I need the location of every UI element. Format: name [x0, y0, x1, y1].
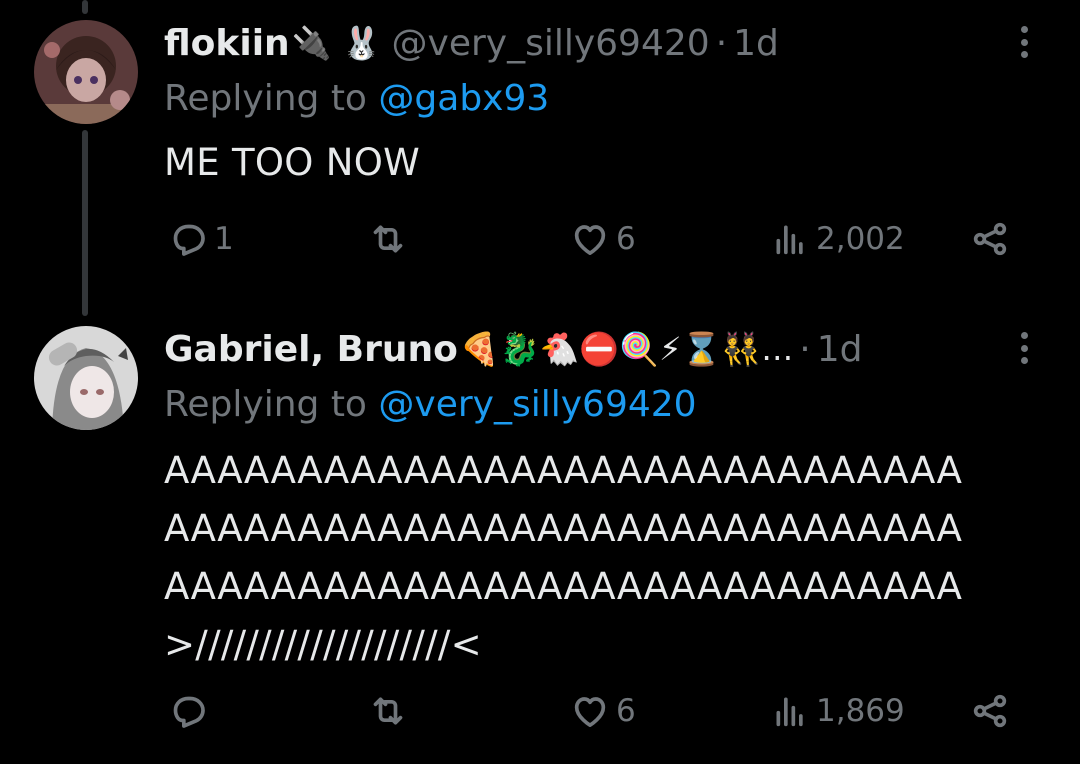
- thread-line-top: [82, 0, 88, 14]
- views-button[interactable]: 1,869: [770, 686, 905, 736]
- views-count: 1,869: [816, 693, 905, 729]
- separator-dot: ·: [715, 22, 728, 64]
- name-emoji: 🍕🐉🐔⛔🍭⚡⌛👯…: [459, 330, 794, 368]
- timestamp[interactable]: 1d: [733, 23, 779, 64]
- share-button[interactable]: [970, 686, 1010, 736]
- tweet-text-line-1: AAAAAAAAAAAAAAAAAAAAAAAAAAAAAA: [164, 449, 963, 492]
- heart-icon: [574, 697, 606, 727]
- share-icon: [973, 222, 1007, 256]
- replying-to: Replying to @gabx93: [164, 78, 549, 119]
- tweet-1-actions: 1 6 2,002: [164, 214, 1024, 264]
- user-handle[interactable]: @very_silly69420: [392, 23, 710, 64]
- retweet-button[interactable]: [368, 214, 408, 264]
- tweet-text: ME TOO NOW: [164, 134, 420, 192]
- tweet-text-line: ME TOO NOW: [164, 141, 421, 184]
- heart-icon: [574, 225, 606, 256]
- like-count: 6: [616, 693, 636, 729]
- replying-to-mention[interactable]: @very_silly69420: [378, 384, 696, 425]
- replying-to-mention[interactable]: @gabx93: [378, 78, 549, 119]
- retweet-icon: [373, 225, 403, 253]
- retweet-icon: [373, 697, 403, 725]
- like-button[interactable]: 6: [570, 686, 636, 736]
- like-button[interactable]: 6: [570, 214, 636, 264]
- tweet-1-header: flokiin 🔌 🐰 @very_silly69420 · 1d: [164, 18, 779, 68]
- avatar-gabriel-bruno[interactable]: [34, 326, 138, 430]
- tweet-2-actions: 6 1,869: [164, 686, 1024, 736]
- more-options-icon[interactable]: [1012, 326, 1036, 370]
- views-button[interactable]: 2,002: [770, 214, 905, 264]
- views-count: 2,002: [816, 221, 905, 257]
- tweet-text-line-3: AAAAAAAAAAAAAAAAAAAAAAAAAAAAAA: [164, 565, 963, 608]
- analytics-icon: [776, 225, 803, 255]
- name-emoji: 🔌 🐰: [291, 24, 382, 62]
- display-name[interactable]: flokiin: [164, 23, 290, 64]
- replying-to: Replying to @very_silly69420: [164, 384, 697, 425]
- reply-button[interactable]: 1: [168, 214, 234, 264]
- replying-to-label: Replying to: [164, 78, 367, 119]
- display-name[interactable]: Gabriel, Bruno: [164, 329, 458, 370]
- tweet-text-line-2: AAAAAAAAAAAAAAAAAAAAAAAAAAAAAA: [164, 507, 963, 550]
- avatar-flokiin[interactable]: [34, 20, 138, 124]
- reply-icon: [173, 696, 205, 728]
- retweet-button[interactable]: [368, 686, 408, 736]
- more-options-icon[interactable]: [1012, 20, 1036, 64]
- thread-line-connector: [82, 130, 88, 316]
- share-button[interactable]: [970, 214, 1010, 264]
- reply-icon: [173, 224, 205, 256]
- like-count: 6: [616, 221, 636, 257]
- tweet-text-line-4: >////////////////////<: [164, 623, 482, 666]
- reply-count: 1: [214, 221, 234, 257]
- replying-to-label: Replying to: [164, 384, 367, 425]
- separator-dot: ·: [799, 328, 811, 370]
- analytics-icon: [776, 697, 803, 727]
- tweet-2-header: Gabriel, Bruno 🍕🐉🐔⛔🍭⚡⌛👯… · 1d: [164, 324, 862, 374]
- tweet-text: AAAAAAAAAAAAAAAAAAAAAAAAAAAAAA AAAAAAAAA…: [164, 442, 962, 674]
- timestamp[interactable]: 1d: [817, 329, 863, 370]
- reply-button[interactable]: [168, 686, 214, 736]
- share-icon: [973, 694, 1007, 728]
